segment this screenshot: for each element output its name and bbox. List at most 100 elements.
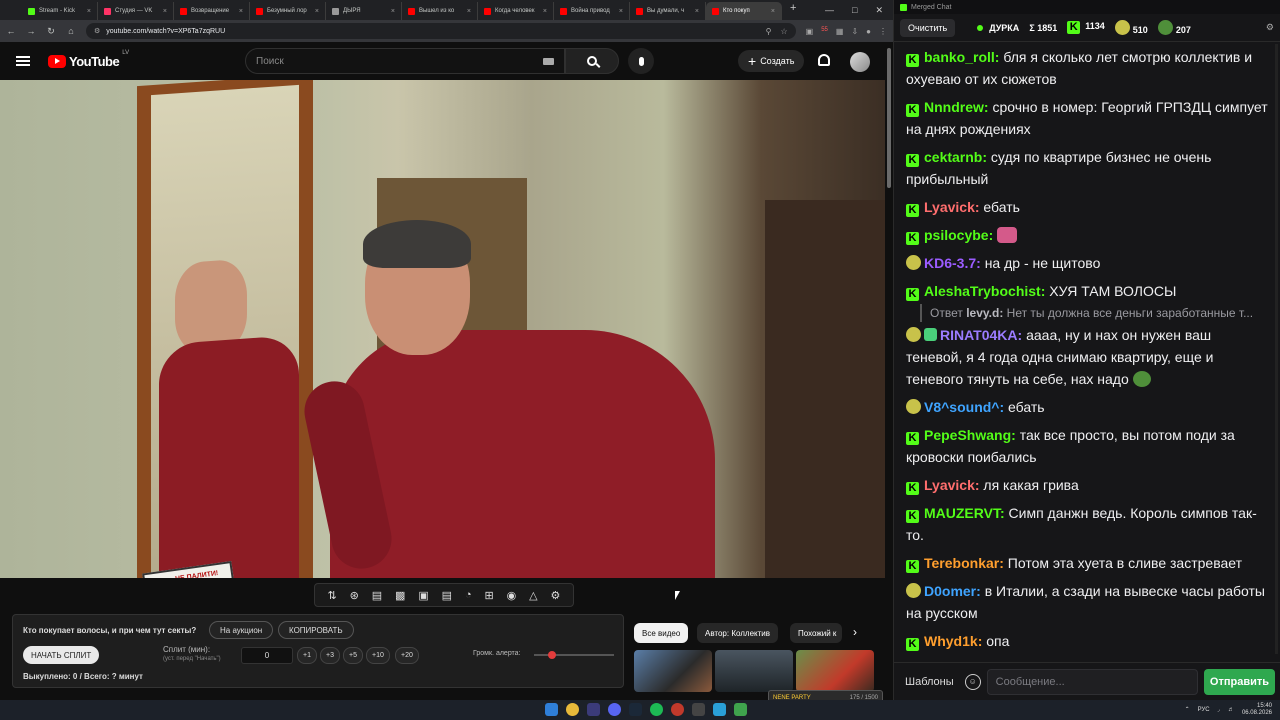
menu-dots-icon[interactable]: ⋮: [879, 27, 887, 36]
browser-tab[interactable]: ДЫРЯ ×: [326, 2, 402, 20]
chat-username[interactable]: Lyavick: [924, 477, 975, 493]
tab-close-icon[interactable]: ×: [239, 8, 243, 15]
templates-button[interactable]: Шаблоны: [900, 676, 959, 688]
chat-username[interactable]: PepeShwang: [924, 427, 1011, 443]
start-split-button[interactable]: НАЧАТЬ СПЛИТ: [23, 646, 100, 664]
tray-chevron-icon[interactable]: ⌃: [1185, 706, 1190, 713]
spotify-icon[interactable]: [650, 703, 663, 716]
copy-button[interactable]: КОПИРОВАТЬ: [278, 621, 354, 639]
chat-username[interactable]: Whyd1k: [924, 633, 978, 649]
app-icon[interactable]: [671, 703, 684, 716]
browser-tab[interactable]: Возвращение ×: [174, 2, 250, 20]
scrollbar-thumb[interactable]: [887, 48, 891, 188]
clear-chat-button[interactable]: Очистить: [900, 18, 956, 37]
browser-tab[interactable]: Stream - Kick ×: [22, 2, 98, 20]
new-tab-icon[interactable]: +: [790, 2, 796, 14]
start-windows-icon[interactable]: [545, 703, 558, 716]
chat-username[interactable]: AleshaTrybochist: [924, 283, 1041, 299]
video-thumbnail[interactable]: [634, 650, 712, 692]
avatar[interactable]: [850, 52, 870, 72]
site-info-icon[interactable]: ⚙: [94, 27, 100, 35]
chat-username[interactable]: Nnndrew: [924, 99, 984, 115]
chat-username[interactable]: KD6-3.7: [924, 255, 976, 271]
tab-close-icon[interactable]: ×: [771, 8, 775, 15]
wifi-icon[interactable]: ◞: [1218, 706, 1220, 713]
browser-tab[interactable]: Безумный лор ×: [250, 2, 326, 20]
create-button[interactable]: + Создать: [738, 50, 805, 72]
flask-icon[interactable]: △: [529, 589, 537, 602]
zoom-icon[interactable]: ⚲: [766, 27, 772, 36]
increment-button[interactable]: +5: [343, 647, 363, 664]
video-thumbnail[interactable]: [796, 650, 874, 692]
keyboard-language[interactable]: РУС: [1198, 707, 1210, 713]
voice-search-button[interactable]: [628, 48, 654, 74]
chat-username[interactable]: MAUZERVT: [924, 505, 1000, 521]
broadcast-icon[interactable]: ⊛: [350, 589, 359, 602]
browser-tab[interactable]: Кто покуп ×: [706, 2, 782, 20]
steam-icon[interactable]: [629, 703, 642, 716]
chip-similar[interactable]: Похожий к: [790, 623, 842, 643]
tab-close-icon[interactable]: ×: [467, 8, 471, 15]
extension-icon[interactable]: ▣: [806, 27, 814, 36]
chat-scrollbar[interactable]: [1275, 44, 1278, 654]
extension-badge[interactable]: 55: [821, 27, 828, 36]
increment-button[interactable]: +20: [395, 647, 419, 664]
image-icon[interactable]: ▣: [418, 589, 428, 602]
playlist-settings-icon[interactable]: ▤: [372, 589, 382, 602]
settings-gear-icon[interactable]: ⚙: [1266, 22, 1274, 33]
puzzle-icon[interactable]: ▦: [836, 27, 844, 36]
chat-username[interactable]: psilocybe: [924, 227, 989, 243]
keyboard-icon[interactable]: [543, 57, 554, 65]
auction-button[interactable]: На аукцион: [209, 621, 274, 639]
obs-icon[interactable]: [692, 703, 705, 716]
chat-username[interactable]: Lyavick: [924, 199, 975, 215]
browser-tab[interactable]: Студия — VK ×: [98, 2, 174, 20]
tab-close-icon[interactable]: ×: [619, 8, 623, 15]
browser-tab[interactable]: Война привод ×: [554, 2, 630, 20]
clapperboard-icon[interactable]: ▩: [395, 589, 405, 602]
maximize-icon[interactable]: □: [852, 5, 857, 16]
gear-icon[interactable]: ⚙: [551, 589, 561, 602]
chat-message-input[interactable]: [986, 668, 1198, 695]
discord-app-icon[interactable]: [608, 703, 621, 716]
camera-icon[interactable]: ◉: [507, 589, 517, 602]
chat-username[interactable]: D0omer: [924, 583, 976, 599]
tab-close-icon[interactable]: ×: [163, 8, 167, 15]
chat-username[interactable]: cektarnb: [924, 149, 982, 165]
emoji-picker-icon[interactable]: ☺: [964, 673, 981, 690]
browser-tab[interactable]: Вы думали, ч ×: [630, 2, 706, 20]
download-icon[interactable]: ⇩: [851, 27, 858, 36]
increment-button[interactable]: +3: [320, 647, 340, 664]
tab-close-icon[interactable]: ×: [695, 8, 699, 15]
forward-icon[interactable]: →: [26, 26, 36, 36]
youtube-logo[interactable]: YouTube LV: [48, 50, 129, 69]
close-icon[interactable]: ✕: [875, 5, 883, 16]
bookmark-star-icon[interactable]: ☆: [780, 27, 787, 36]
tab-close-icon[interactable]: ×: [543, 8, 547, 15]
volume-icon[interactable]: ♬: [1228, 707, 1234, 713]
increment-button[interactable]: +10: [366, 647, 390, 664]
search-button[interactable]: [565, 48, 619, 74]
send-button[interactable]: Отправить: [1203, 668, 1275, 695]
taskbar-clock[interactable]: 15:40 06.08.2026: [1242, 703, 1272, 716]
browser-tab[interactable]: Вышел из ко ×: [402, 2, 478, 20]
home-icon[interactable]: ⌂: [66, 26, 76, 36]
discord-icon[interactable]: [587, 703, 600, 716]
app-icon[interactable]: [734, 703, 747, 716]
back-icon[interactable]: ←: [6, 26, 16, 36]
browser-tab[interactable]: Когда человек ×: [478, 2, 554, 20]
chrome-icon[interactable]: [566, 703, 579, 716]
chat-username[interactable]: Terebonkar: [924, 555, 999, 571]
menu-hamburger-icon[interactable]: [16, 56, 30, 66]
slider-knob[interactable]: [547, 651, 556, 659]
tab-close-icon[interactable]: ×: [391, 8, 395, 15]
chat-username[interactable]: banko_roll: [924, 49, 995, 65]
notifications-bell-icon[interactable]: [818, 54, 830, 66]
telegram-icon[interactable]: [713, 703, 726, 716]
chip-author[interactable]: Автор: Коллектив: [697, 623, 779, 643]
tab-close-icon[interactable]: ×: [315, 8, 319, 15]
reload-icon[interactable]: ↻: [46, 26, 56, 37]
chat-username[interactable]: RINAT04KA: [940, 327, 1018, 343]
chip-all-videos[interactable]: Все видео: [634, 623, 689, 643]
address-bar[interactable]: ⚙ youtube.com/watch?v=XP6Ta7zqRUU ⚲ ☆: [86, 23, 796, 39]
